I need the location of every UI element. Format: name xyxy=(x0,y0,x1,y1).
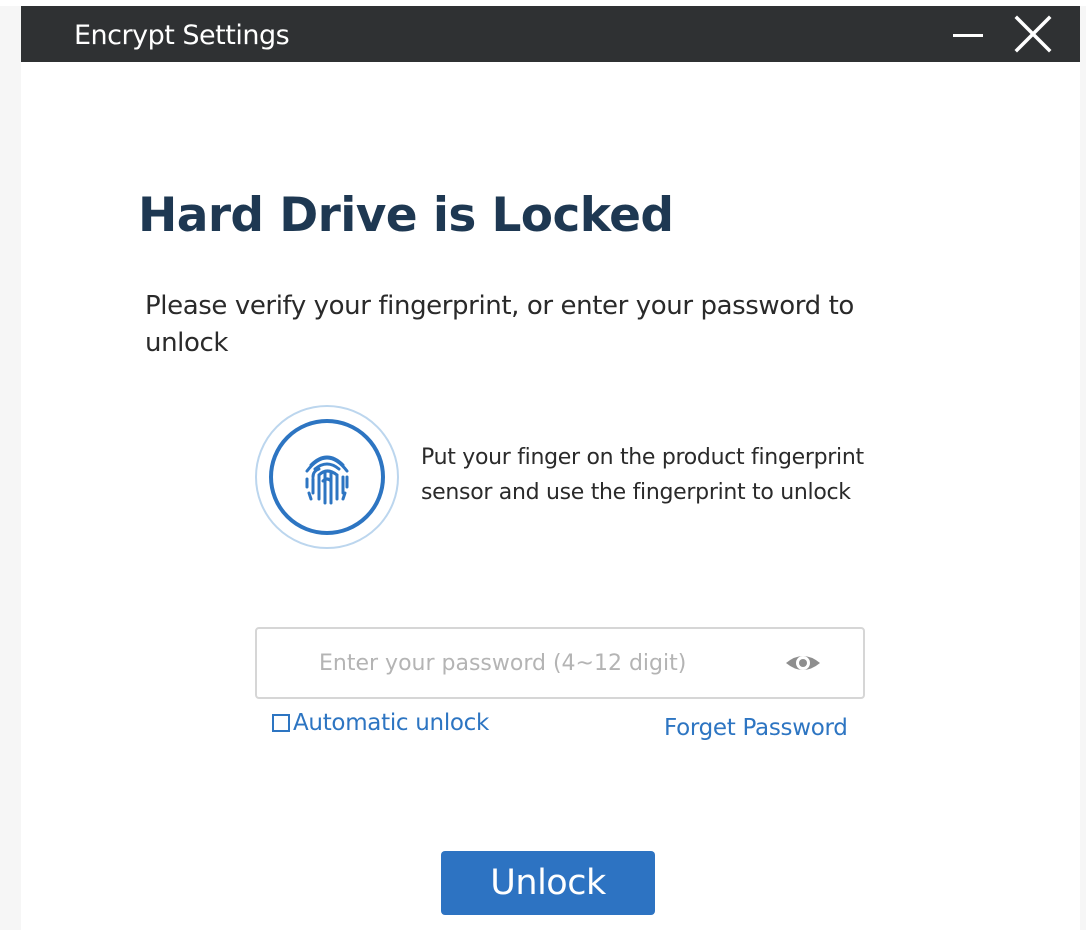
close-icon xyxy=(1014,15,1052,53)
automatic-unlock-option[interactable]: Automatic unlock xyxy=(272,708,489,738)
fingerprint-ring xyxy=(269,419,385,535)
eye-icon xyxy=(786,656,820,670)
close-button[interactable] xyxy=(1011,12,1055,56)
minimize-icon xyxy=(953,34,983,37)
page-title: Hard Drive is Locked xyxy=(138,188,674,243)
forget-password-link[interactable]: Forget Password xyxy=(664,713,848,743)
fingerprint-instructions: Put your finger on the product fingerpri… xyxy=(421,445,864,505)
fingerprint-icon xyxy=(305,455,349,505)
fingerprint-indicator xyxy=(255,405,399,549)
password-field-container xyxy=(255,627,865,699)
unlock-button[interactable]: Unlock xyxy=(441,851,655,915)
instruction-text: Please verify your fingerprint, or enter… xyxy=(145,291,854,358)
show-password-button[interactable] xyxy=(783,647,823,679)
automatic-unlock-label[interactable]: Automatic unlock xyxy=(293,708,489,738)
password-input[interactable] xyxy=(267,639,767,687)
window-title: Encrypt Settings xyxy=(74,20,290,51)
title-bar[interactable]: Encrypt Settings xyxy=(21,6,1080,62)
automatic-unlock-checkbox[interactable] xyxy=(272,714,290,732)
minimize-button[interactable] xyxy=(945,14,989,56)
encrypt-settings-window: Encrypt Settings Hard Drive is Locked Pl… xyxy=(21,6,1080,930)
